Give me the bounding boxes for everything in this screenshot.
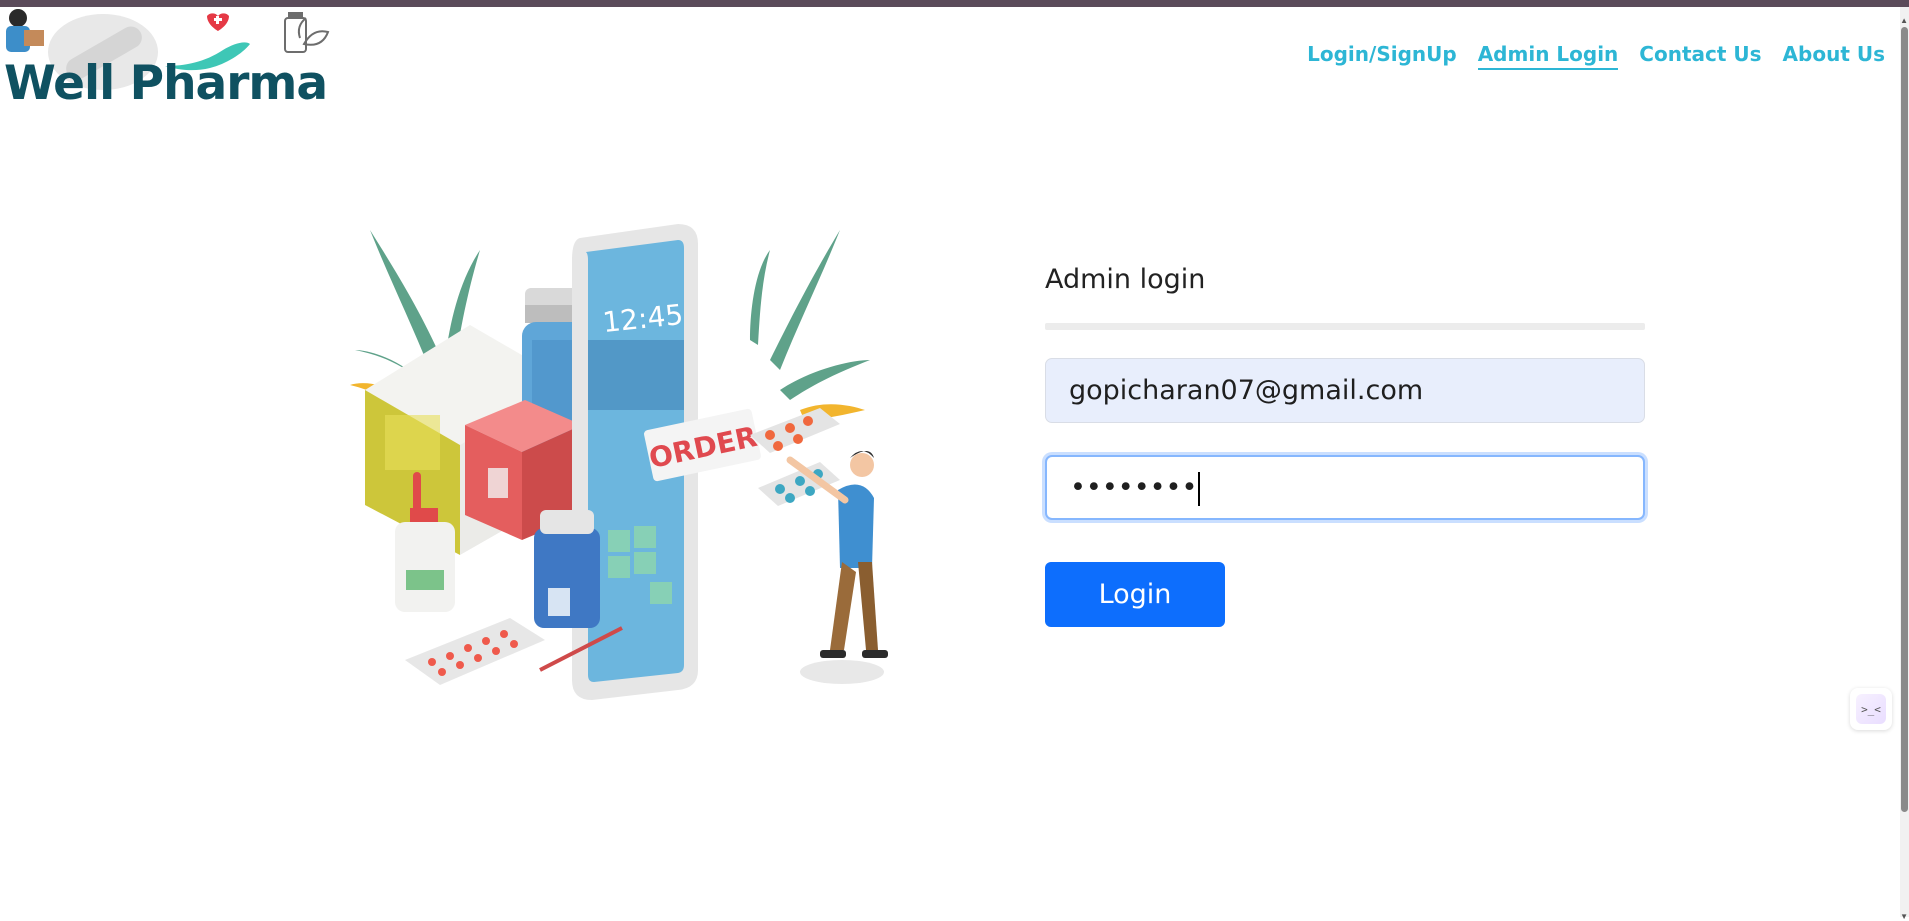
terminal-icon: >_< — [1856, 694, 1886, 724]
admin-login-form: Admin login gopicharan07@gmail.com •••••… — [1045, 262, 1645, 627]
nav-about-us[interactable]: About Us — [1783, 42, 1885, 70]
login-button[interactable]: Login — [1045, 562, 1225, 627]
scroll-up-arrow-icon[interactable]: ▲ — [1900, 16, 1908, 25]
pharmacy-illustration: 12:45 ORDER — [350, 210, 920, 715]
nav-login-signup[interactable]: Login/SignUp — [1307, 42, 1457, 70]
brand-name: Well Pharma — [4, 56, 328, 111]
email-value: gopicharan07@gmail.com — [1069, 375, 1424, 406]
divider — [1045, 323, 1645, 330]
scrollbar-thumb[interactable] — [1901, 27, 1908, 812]
text-caret — [1198, 471, 1201, 506]
browser-top-bar — [0, 0, 1909, 7]
password-value: •••••••• — [1070, 472, 1198, 503]
nav-contact-us[interactable]: Contact Us — [1639, 42, 1761, 70]
vertical-scrollbar[interactable]: ▲ ▼ — [1900, 7, 1909, 921]
password-field[interactable]: •••••••• — [1045, 455, 1645, 520]
pharmacy-illustration-graphic: 12:45 ORDER — [350, 224, 888, 700]
extension-widget-button[interactable]: >_< — [1850, 688, 1892, 730]
brand-logo[interactable]: Well Pharma — [0, 8, 345, 111]
main-nav: Login/SignUp Admin Login Contact Us Abou… — [1307, 42, 1885, 70]
nav-admin-login[interactable]: Admin Login — [1477, 42, 1619, 70]
page-title: Admin login — [1045, 264, 1206, 295]
email-field[interactable]: gopicharan07@gmail.com — [1045, 358, 1645, 423]
